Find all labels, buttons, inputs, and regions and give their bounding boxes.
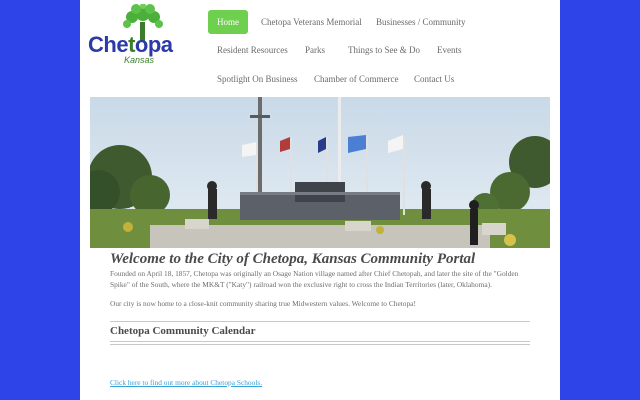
page-title: Welcome to the City of Chetopa, Kansas C… [110,251,476,267]
divider [110,344,530,345]
nav-item-parks[interactable]: Parks [296,38,334,62]
nav-item-chamber-commerce[interactable]: Chamber of Commerce [305,67,407,91]
nav-item-things-to-see[interactable]: Things to See & Do [339,38,429,62]
nav-item-businesses-community[interactable]: Businesses / Community [367,10,475,34]
nav-item-spotlight-business[interactable]: Spotlight On Business [208,67,307,91]
main-content: Welcome to the City of Chetopa, Kansas C… [110,250,530,387]
page-container: Chetopa Kansas Home Chetopa Veterans Mem… [80,0,560,400]
nav-item-resident-resources[interactable]: Resident Resources [208,38,297,62]
schools-link[interactable]: Click here to find out more about Chetop… [110,378,262,387]
community-paragraph: Our city is now home to a close-knit com… [110,299,416,308]
nav-item-events[interactable]: Events [428,38,471,62]
divider [110,321,530,322]
logo-subtitle: Kansas [124,55,155,65]
logo-name-left: Che [88,32,129,57]
logo-name-right: opa [134,32,173,57]
logo-tree-glyph: t [128,32,135,57]
hero-image-veterans-memorial [90,97,550,248]
nav-item-veterans-memorial[interactable]: Chetopa Veterans Memorial [252,10,371,34]
intro-paragraph: Founded on April 18, 1857, Chetopa was o… [110,269,519,289]
divider [110,341,530,342]
calendar-heading: Chetopa Community Calendar [110,325,256,337]
chetopa-logo[interactable]: Chetopa Kansas [88,4,192,65]
nav-item-home[interactable]: Home [208,10,248,34]
nav-item-contact-us[interactable]: Contact Us [405,67,463,91]
